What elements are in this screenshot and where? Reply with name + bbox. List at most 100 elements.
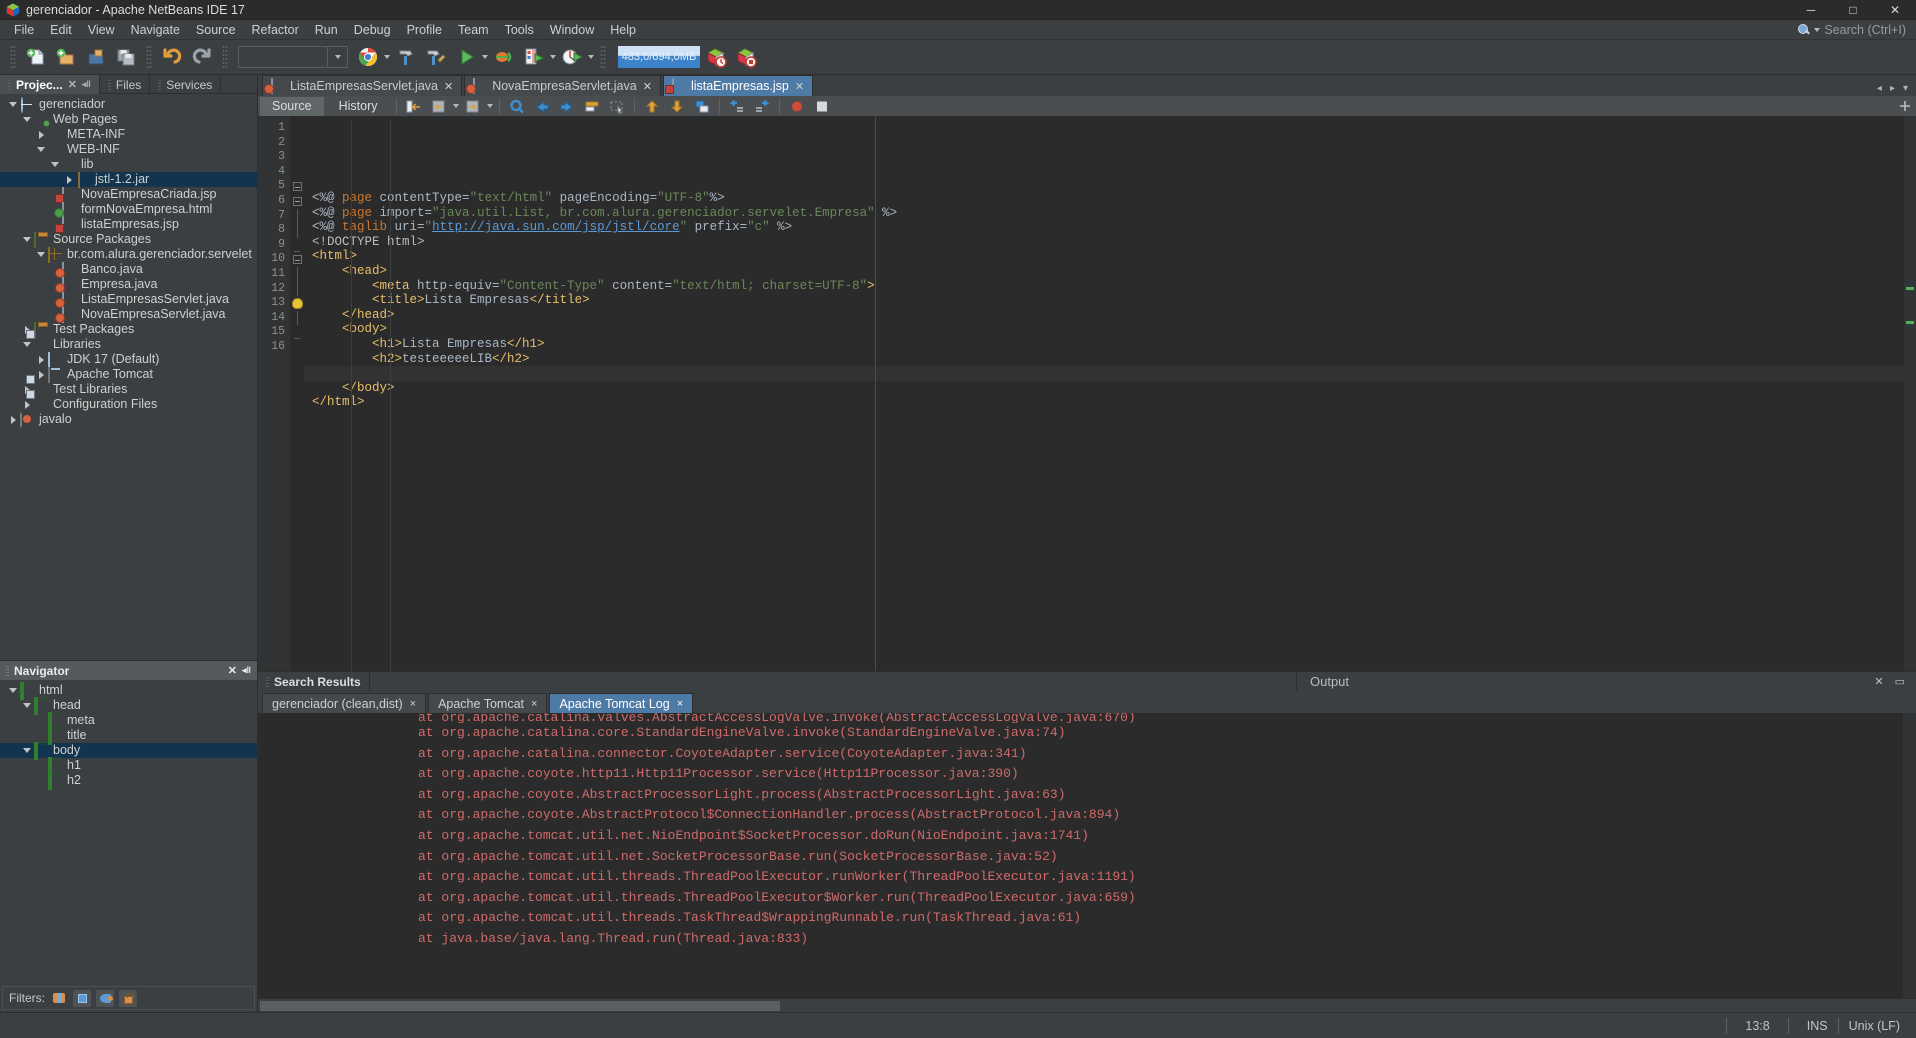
back-icon[interactable] [428, 97, 450, 116]
chevron-down-icon[interactable] [588, 55, 594, 59]
tree-item[interactable]: Banco.java [0, 261, 257, 278]
tree-item[interactable]: lib [0, 157, 257, 172]
output-tab-gerenciador-clean-dist[interactable]: gerenciador (clean,dist) × [262, 693, 427, 713]
toolbar-grip[interactable] [10, 45, 16, 69]
log-vertical-scrollbar[interactable] [1903, 713, 1916, 998]
chevron-down-icon[interactable] [550, 55, 556, 59]
tomcat-log-output[interactable]: at org.apache.catalina.valves.AbstractAc… [258, 713, 1916, 1012]
close-icon[interactable]: × [531, 698, 537, 710]
code-line[interactable]: <h2>testeeeeeLIB</h2> [304, 352, 1916, 367]
next-error-icon[interactable] [666, 97, 688, 116]
tree-item[interactable]: META-INF [0, 127, 257, 142]
chevron-right-icon[interactable] [34, 130, 48, 139]
undo-icon[interactable] [158, 43, 186, 71]
close-icon[interactable]: ✕ [795, 80, 804, 93]
tab-files[interactable]: Files [100, 75, 151, 94]
code-line[interactable]: <!DOCTYPE html> [304, 235, 1916, 250]
menu-profile[interactable]: Profile [399, 21, 450, 39]
chevron-down-icon[interactable] [20, 748, 34, 753]
toolbar-grip-2[interactable] [146, 45, 152, 69]
chevron-down-icon[interactable] [34, 252, 48, 257]
source-code[interactable]: <%@ page contentType="text/html" pageEnc… [304, 117, 1916, 671]
chevron-right-icon[interactable] [20, 400, 34, 409]
tree-item[interactable]: NovaEmpresaServlet.java [0, 306, 257, 323]
filter-members-icon[interactable] [50, 990, 68, 1007]
code-line[interactable]: <%@ page contentType="text/html" pageEnc… [304, 191, 1916, 206]
menu-source[interactable]: Source [188, 21, 244, 39]
chevron-right-icon[interactable] [34, 370, 48, 379]
menu-tools[interactable]: Tools [497, 21, 542, 39]
menu-edit[interactable]: Edit [42, 21, 80, 39]
search-input[interactable]: Search (Ctrl+I) [1824, 23, 1906, 37]
tree-item[interactable]: gerenciador [0, 96, 257, 113]
error-stripe[interactable] [1904, 117, 1916, 671]
start-macro-recording-icon[interactable] [786, 97, 808, 116]
close-icon[interactable]: ✕ [643, 80, 652, 93]
code-token[interactable]: http://java.sun.com/jsp/jstl/core [432, 220, 680, 234]
forward-icon[interactable] [462, 97, 484, 116]
hint-bulb-icon[interactable] [290, 296, 304, 311]
tree-item[interactable]: ListaEmpresasServlet.java [0, 291, 257, 308]
tab-list-icon[interactable]: ▾ [1903, 83, 1908, 94]
tree-item[interactable]: javalo [0, 411, 257, 428]
menu-navigate[interactable]: Navigate [123, 21, 188, 39]
output-close-icon[interactable]: ✕ [1871, 675, 1886, 688]
scrollbar-thumb[interactable] [260, 1001, 780, 1011]
menu-team[interactable]: Team [450, 21, 497, 39]
chevron-right-icon[interactable] [34, 355, 48, 364]
editor-tab-lista-empresas-servlet[interactable]: ListaEmpresasServlet.java ✕ [262, 75, 463, 96]
project-tree[interactable]: gerenciador Web Pages META-INF WEB-INF lib js… [0, 94, 257, 660]
navigator-minimize-icon[interactable]: ◂‖ [242, 665, 251, 676]
code-line[interactable]: </head> [304, 308, 1916, 323]
code-line[interactable]: <head> [304, 264, 1916, 279]
code-line[interactable] [304, 410, 1916, 425]
code-line[interactable]: <%@ page import="java.util.List, br.com.… [304, 206, 1916, 221]
code-line[interactable]: <meta http-equiv="Content-Type" content=… [304, 279, 1916, 294]
chevron-down-icon[interactable] [20, 703, 34, 708]
close-icon[interactable]: × [677, 698, 683, 710]
run-project-icon[interactable] [452, 43, 480, 71]
output-tab-apache-tomcat-log[interactable]: Apache Tomcat Log × [549, 693, 694, 713]
tab-projects[interactable]: Projec... ✕ ◂‖ [0, 75, 100, 94]
previous-error-icon[interactable] [641, 97, 663, 116]
chevron-down-icon[interactable] [34, 147, 48, 152]
tree-item[interactable]: listaEmpresas.jsp [0, 216, 257, 233]
chevron-down-icon[interactable] [20, 117, 34, 122]
clean-and-build-icon[interactable] [422, 43, 450, 71]
history-view-button[interactable]: History [327, 97, 390, 116]
toolbar-grip-3[interactable] [222, 45, 228, 69]
build-project-icon[interactable] [392, 43, 420, 71]
scroll-right-icon[interactable]: ▸ [1890, 83, 1895, 94]
fold-toggle-icon[interactable] [290, 194, 304, 209]
tree-item[interactable]: Test Packages [0, 321, 257, 338]
next-bookmark-icon[interactable] [556, 97, 578, 116]
code-line[interactable]: <body> [304, 322, 1916, 337]
menu-window[interactable]: Window [542, 21, 602, 39]
chevron-down-icon[interactable] [384, 55, 390, 59]
stop-macro-recording-icon[interactable] [811, 97, 833, 116]
redo-icon[interactable] [188, 43, 216, 71]
code-line[interactable]: <html> [304, 249, 1916, 264]
source-view-button[interactable]: Source [260, 96, 324, 116]
shift-line-left-icon[interactable] [726, 97, 748, 116]
chevron-down-icon[interactable] [6, 102, 20, 107]
tree-item[interactable]: Apache Tomcat [0, 366, 257, 383]
tree-item[interactable]: Configuration Files [0, 397, 257, 412]
close-button[interactable]: ✕ [1874, 0, 1916, 20]
line-ending[interactable]: Unix (LF) [1841, 1019, 1916, 1033]
tree-item[interactable]: NovaEmpresaCriada.jsp [0, 186, 257, 203]
last-edit-icon[interactable] [403, 97, 425, 116]
menu-help[interactable]: Help [602, 21, 644, 39]
code-line[interactable]: <h1>Lista Empresas</h1> [304, 337, 1916, 352]
tree-item[interactable]: Empresa.java [0, 276, 257, 293]
comment-icon[interactable] [691, 97, 713, 116]
log-horizontal-scrollbar[interactable] [258, 998, 1916, 1012]
open-project-icon[interactable] [82, 43, 110, 71]
chevron-down-icon[interactable] [20, 237, 34, 242]
maximize-button[interactable]: □ [1832, 0, 1874, 20]
close-icon[interactable]: ✕ [68, 78, 77, 91]
code-folding-bar[interactable] [290, 117, 304, 671]
minimize-button[interactable]: ─ [1790, 0, 1832, 20]
toggle-rect-selection-icon[interactable] [606, 97, 628, 116]
insert-mode[interactable]: INS [1799, 1019, 1836, 1033]
